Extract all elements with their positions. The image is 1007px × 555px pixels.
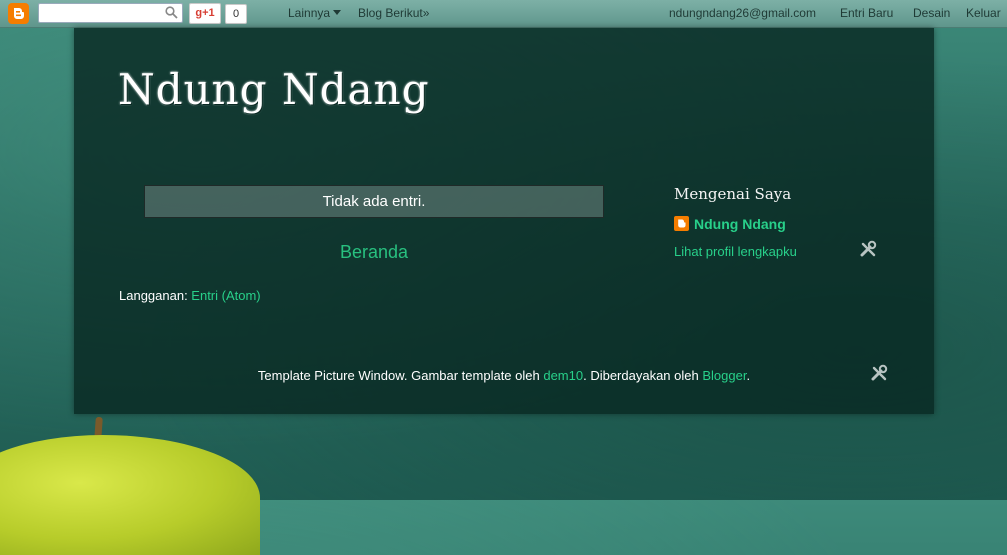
footer-text-1: Template Picture Window. Gambar template… bbox=[257, 368, 544, 383]
footer-text-3: . bbox=[746, 368, 751, 383]
subscribe-label: Langganan: bbox=[119, 288, 192, 303]
user-email: ndungndang26@gmail.com bbox=[669, 6, 816, 20]
design-link[interactable]: Desain bbox=[913, 6, 950, 20]
caret-down-icon bbox=[333, 10, 342, 15]
more-menu[interactable]: Lainnya bbox=[288, 6, 342, 20]
google-plus-count: 0 bbox=[225, 4, 247, 24]
content-panel: Ndung Ndang Tidak ada entri. Beranda Lan… bbox=[74, 28, 934, 414]
search-icon[interactable] bbox=[165, 6, 178, 19]
apple-decoration bbox=[0, 435, 260, 555]
profile-name-link[interactable]: Ndung Ndang bbox=[694, 216, 786, 232]
more-label: Lainnya bbox=[288, 6, 331, 20]
blog-title[interactable]: Ndung Ndang bbox=[118, 65, 430, 114]
about-me-title: Mengenai Saya bbox=[674, 185, 792, 203]
google-plus-button[interactable]: g+1 bbox=[189, 3, 221, 24]
blogger-profile-icon bbox=[674, 216, 689, 231]
footer-attribution: Template Picture Window. Gambar template… bbox=[74, 368, 934, 383]
footer-text-2: . Diberdayakan oleh bbox=[583, 368, 703, 383]
subscribe-line: Langganan: Entri (Atom) bbox=[119, 288, 261, 303]
blogger-link[interactable]: Blogger bbox=[702, 368, 746, 383]
no-posts-message: Tidak ada entri. bbox=[144, 185, 604, 218]
edit-footer-icon[interactable] bbox=[870, 364, 889, 383]
logout-link[interactable]: Keluar bbox=[966, 6, 1001, 20]
blogger-logo-icon[interactable] bbox=[8, 3, 29, 24]
edit-widget-icon[interactable] bbox=[859, 240, 878, 259]
full-profile-link[interactable]: Lihat profil lengkapku bbox=[674, 244, 797, 259]
next-blog-link[interactable]: Blog Berikut» bbox=[358, 6, 429, 20]
dem10-link[interactable]: dem10 bbox=[543, 368, 583, 383]
blogger-navbar: g+1 0 Lainnya Blog Berikut» ndungndang26… bbox=[0, 0, 1007, 28]
new-post-link[interactable]: Entri Baru bbox=[840, 6, 893, 20]
atom-feed-link[interactable]: Entri (Atom) bbox=[191, 288, 260, 303]
search-input[interactable] bbox=[38, 3, 183, 23]
home-link[interactable]: Beranda bbox=[144, 242, 604, 263]
